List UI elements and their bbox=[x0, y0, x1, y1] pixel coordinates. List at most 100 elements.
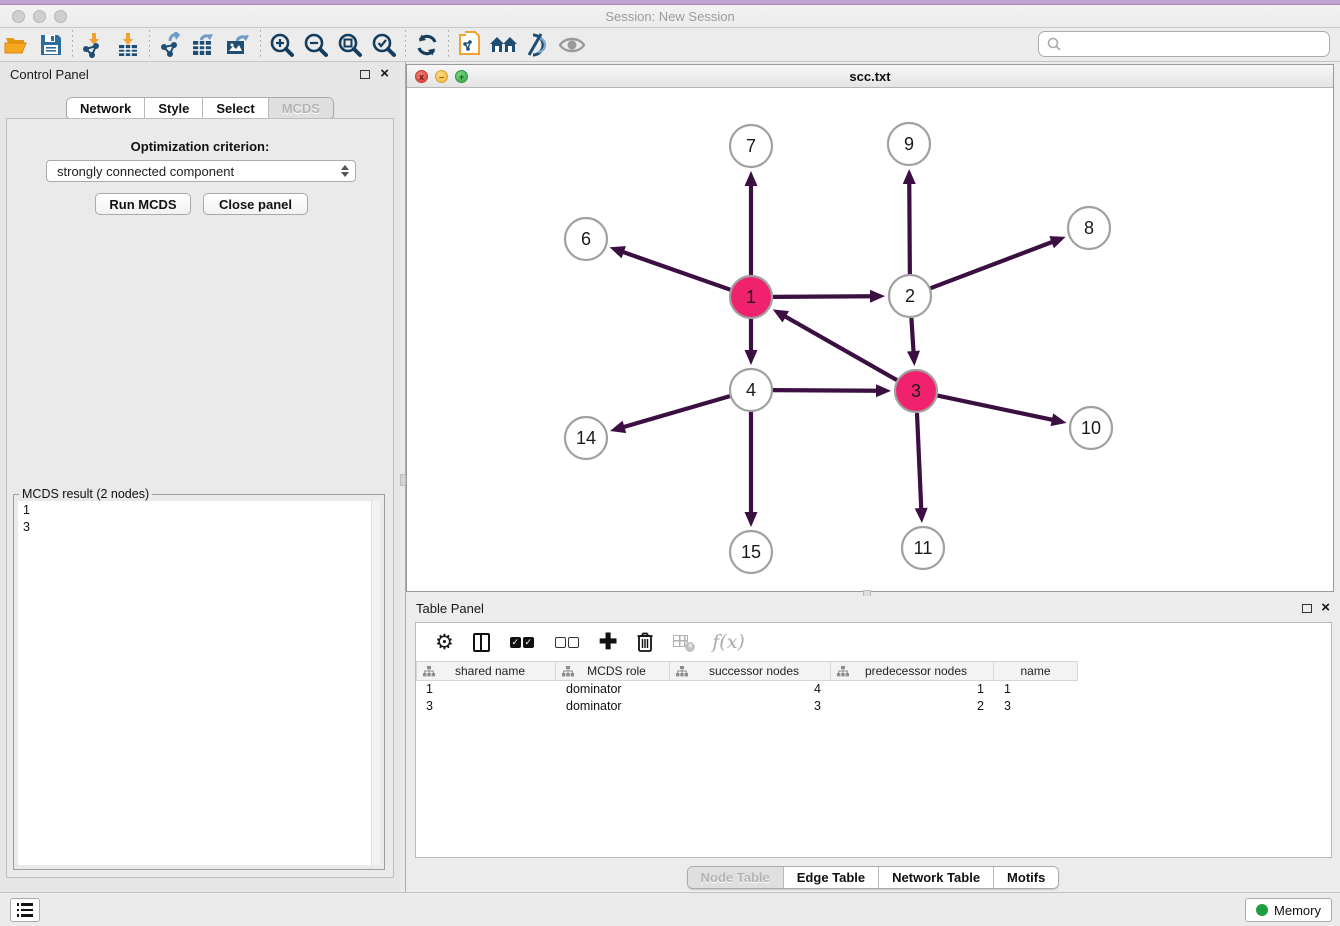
close-panel-button[interactable]: Close panel bbox=[203, 193, 308, 215]
memory-button[interactable]: Memory bbox=[1245, 898, 1332, 922]
refresh-network-button[interactable] bbox=[410, 30, 444, 60]
zoom-out-button[interactable] bbox=[299, 30, 333, 60]
delete-column-button[interactable] bbox=[636, 631, 654, 653]
graph-node-label: 4 bbox=[746, 380, 756, 400]
window-titlebar: Session: New Session bbox=[0, 0, 1340, 28]
graph-edge-3-11[interactable] bbox=[917, 413, 921, 511]
table-cell[interactable]: 3 bbox=[416, 698, 556, 715]
add-column-button[interactable]: ✚ bbox=[599, 632, 617, 652]
zoom-in-icon bbox=[269, 32, 295, 58]
tab-network[interactable]: Network bbox=[67, 98, 145, 119]
graph-node-label: 15 bbox=[741, 542, 761, 562]
graph-edge-4-3[interactable] bbox=[773, 390, 879, 391]
graph-node-label: 2 bbox=[905, 286, 915, 306]
mcds-result-textarea[interactable]: 1 3 bbox=[18, 501, 380, 865]
table-cell[interactable]: 1 bbox=[831, 681, 994, 698]
status-bar: Memory bbox=[0, 892, 1340, 926]
network-frame: x – + scc.txt 7968124314101511 bbox=[406, 64, 1334, 592]
close-panel-icon[interactable]: × bbox=[380, 65, 389, 82]
level-of-detail-button[interactable] bbox=[521, 30, 555, 60]
graph-edge-3-10[interactable] bbox=[938, 396, 1055, 421]
export-image-button[interactable] bbox=[222, 30, 256, 60]
column-type-icon bbox=[837, 666, 849, 677]
table-cell[interactable]: 3 bbox=[994, 698, 1078, 715]
tab-style[interactable]: Style bbox=[145, 98, 203, 119]
column-header-MCDS-role[interactable]: MCDS role bbox=[556, 661, 670, 681]
zoom-fit-button[interactable] bbox=[333, 30, 367, 60]
node-table: shared nameMCDS rolesuccessor nodesprede… bbox=[416, 661, 1331, 715]
network-frame-titlebar[interactable]: x – + scc.txt bbox=[407, 65, 1333, 88]
import-table-button[interactable] bbox=[111, 30, 145, 60]
show-column-panel-button[interactable] bbox=[473, 633, 490, 652]
search-icon bbox=[1046, 36, 1062, 52]
export-network-button[interactable] bbox=[154, 30, 188, 60]
graph-edge-2-3[interactable] bbox=[911, 318, 913, 354]
save-session-button[interactable] bbox=[34, 30, 68, 60]
plus-icon: ✚ bbox=[599, 632, 617, 652]
graph-node-label: 8 bbox=[1084, 218, 1094, 238]
column-header-successor-nodes[interactable]: successor nodes bbox=[670, 661, 831, 681]
close-table-panel-icon[interactable]: × bbox=[1321, 599, 1330, 616]
table-row[interactable]: 1dominator411 bbox=[416, 681, 1331, 698]
table-cell[interactable]: 3 bbox=[670, 698, 831, 715]
open-session-button[interactable] bbox=[0, 30, 34, 60]
graph-edge-2-9[interactable] bbox=[909, 181, 910, 274]
show-hide-button[interactable] bbox=[555, 30, 589, 60]
open-folder-icon bbox=[4, 34, 30, 56]
mcds-result-group: MCDS result (2 nodes) 1 3 bbox=[13, 494, 385, 870]
zoom-in-button[interactable] bbox=[265, 30, 299, 60]
graph-edge-3-1[interactable] bbox=[783, 315, 897, 380]
tab-node-table[interactable]: Node Table bbox=[688, 867, 784, 888]
graph-arrowhead bbox=[907, 351, 920, 366]
table-cell[interactable]: dominator bbox=[556, 681, 670, 698]
run-mcds-button[interactable]: Run MCDS bbox=[95, 193, 191, 215]
function-builder-button[interactable]: f(x) bbox=[712, 631, 745, 653]
table-cell[interactable]: 1 bbox=[994, 681, 1078, 698]
copy-network-button[interactable] bbox=[453, 30, 487, 60]
home-view-button[interactable] bbox=[487, 30, 521, 60]
refresh-icon bbox=[414, 32, 440, 58]
column-header-name[interactable]: name bbox=[994, 661, 1078, 681]
export-table-button[interactable] bbox=[188, 30, 222, 60]
tab-mcds[interactable]: MCDS bbox=[269, 98, 333, 119]
mcds-result-title: MCDS result (2 nodes) bbox=[19, 487, 152, 501]
level-of-detail-icon bbox=[525, 32, 551, 58]
graph-edge-1-6[interactable] bbox=[621, 251, 730, 289]
graph-arrowhead bbox=[610, 246, 626, 258]
select-all-columns-button[interactable]: ✓✓ bbox=[509, 637, 535, 648]
table-cell[interactable]: 1 bbox=[416, 681, 556, 698]
zoom-fit-icon bbox=[337, 32, 363, 58]
delete-table-icon: × bbox=[673, 635, 693, 649]
search-input[interactable] bbox=[1062, 34, 1329, 54]
table-cell[interactable]: 4 bbox=[670, 681, 831, 698]
control-panel-title: Control Panel bbox=[10, 67, 89, 82]
search-field[interactable] bbox=[1038, 31, 1330, 57]
column-header-shared-name[interactable]: shared name bbox=[416, 661, 556, 681]
optimization-criterion-select[interactable]: strongly connected component bbox=[46, 160, 356, 182]
import-network-button[interactable] bbox=[77, 30, 111, 60]
table-cell[interactable]: 2 bbox=[831, 698, 994, 715]
float-table-panel-icon[interactable] bbox=[1302, 604, 1312, 613]
tab-motifs[interactable]: Motifs bbox=[994, 867, 1058, 888]
zoom-selected-button[interactable] bbox=[367, 30, 401, 60]
network-graph[interactable]: 7968124314101511 bbox=[407, 88, 1333, 591]
tab-network-table[interactable]: Network Table bbox=[879, 867, 994, 888]
column-header-predecessor-nodes[interactable]: predecessor nodes bbox=[831, 661, 994, 681]
graph-edge-1-2[interactable] bbox=[773, 296, 873, 297]
tab-select[interactable]: Select bbox=[203, 98, 268, 119]
table-cell[interactable]: dominator bbox=[556, 698, 670, 715]
table-settings-button[interactable]: ⚙ bbox=[435, 630, 454, 655]
float-panel-icon[interactable] bbox=[360, 70, 370, 79]
houses-icon bbox=[489, 34, 519, 56]
deselect-all-columns-button[interactable] bbox=[554, 637, 580, 648]
unchecked-box-icon bbox=[568, 637, 579, 648]
delete-table-button[interactable]: × bbox=[673, 635, 693, 649]
show-log-button[interactable] bbox=[10, 898, 40, 922]
tab-edge-table[interactable]: Edge Table bbox=[784, 867, 879, 888]
mcds-result-scrollbar[interactable] bbox=[371, 501, 380, 865]
graph-edge-4-14[interactable] bbox=[622, 396, 730, 428]
trash-icon bbox=[636, 631, 654, 653]
graph-arrowhead bbox=[610, 421, 626, 433]
table-row[interactable]: 3dominator323 bbox=[416, 698, 1331, 715]
graph-edge-2-8[interactable] bbox=[931, 241, 1055, 288]
